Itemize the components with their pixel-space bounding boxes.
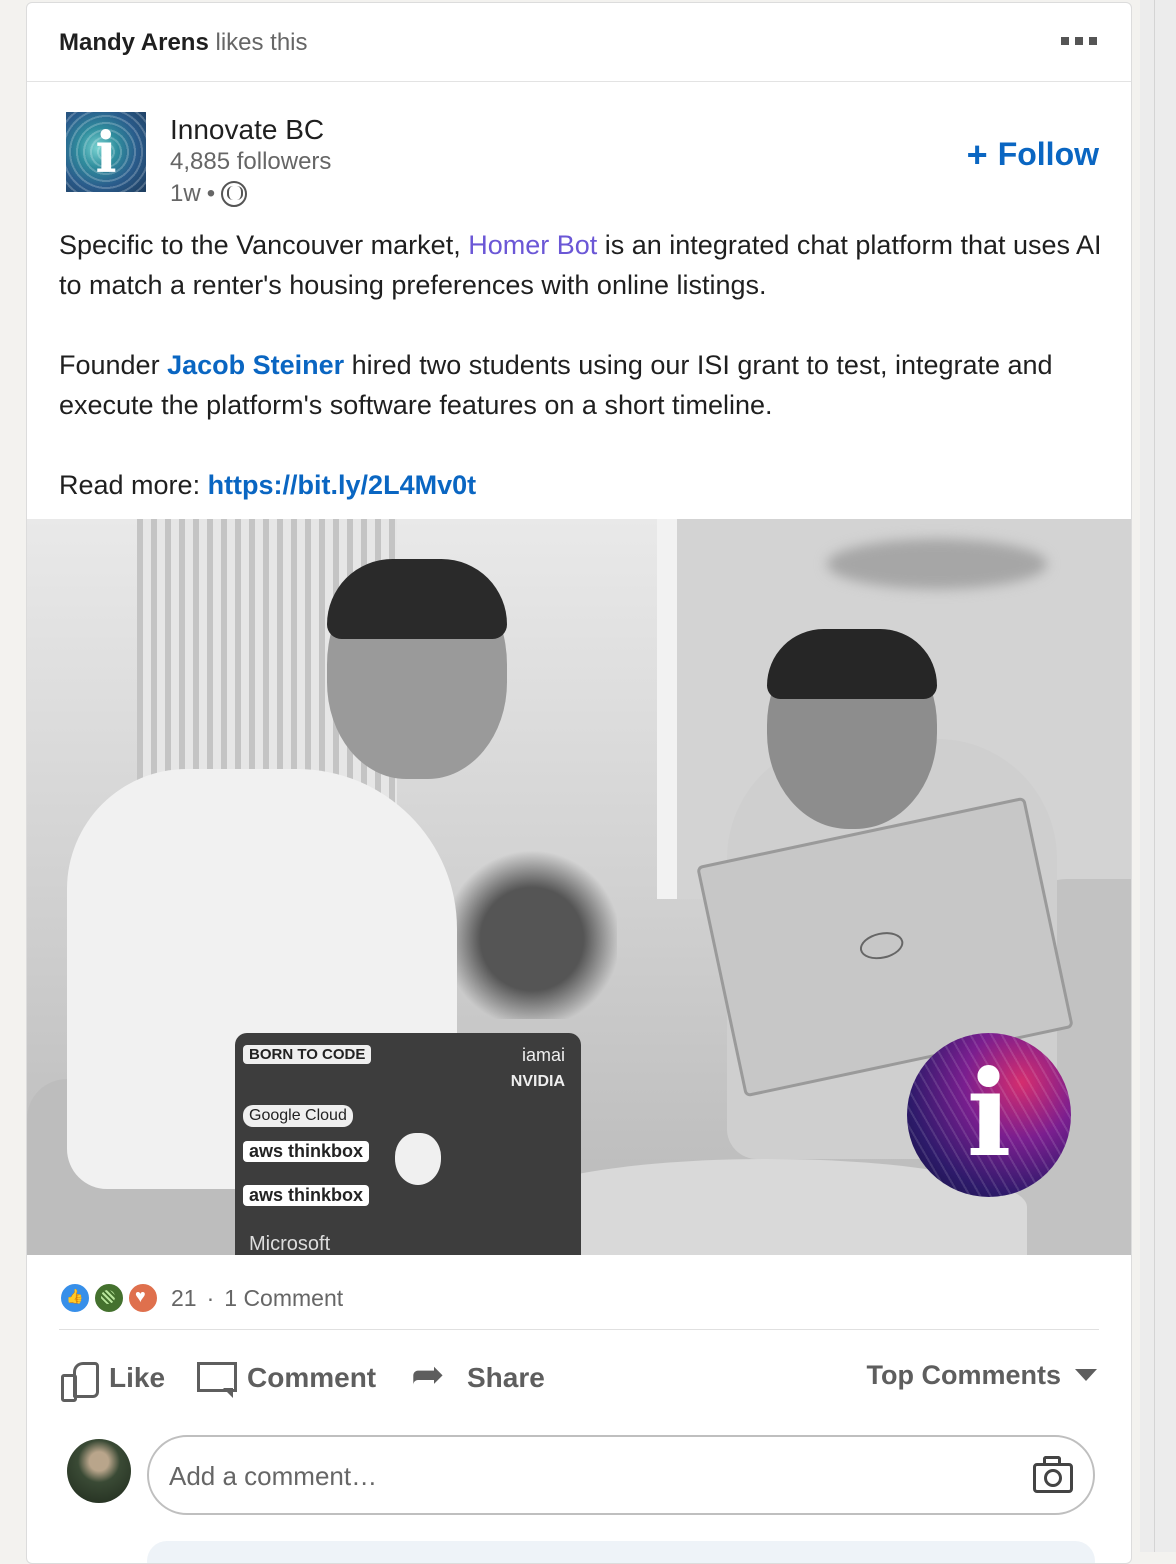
company-logo[interactable]: i: [66, 112, 146, 192]
company-name[interactable]: Innovate BC: [170, 114, 324, 146]
post-actions: Like Comment Share Top Comments: [59, 1348, 1099, 1408]
post-actor: i Innovate BC 4,885 followers 1w • + Fol…: [27, 82, 1131, 212]
plant: [447, 819, 617, 1019]
homer-bot-link[interactable]: Homer Bot: [468, 230, 597, 260]
post-meta: 1w •: [170, 180, 248, 208]
google-cloud-sticker: Google Cloud: [243, 1105, 353, 1127]
share-label: Share: [467, 1362, 545, 1393]
social-counts[interactable]: 21 · 1 Comment: [59, 1281, 343, 1315]
post-paragraph-1: Specific to the Vancouver market, Homer …: [59, 230, 1102, 300]
camera-icon[interactable]: [1033, 1457, 1073, 1493]
microsoft-sticker: Microsoft: [249, 1233, 331, 1255]
comment-button[interactable]: Comment: [197, 1348, 376, 1408]
born-to-code-sticker: BORN TO CODE: [243, 1045, 372, 1064]
read-more-link[interactable]: https://bit.ly/2L4Mv0t: [208, 470, 477, 500]
plus-icon: +: [966, 133, 988, 175]
comment-count[interactable]: 1 Comment: [224, 1285, 343, 1312]
post-paragraph-2: Founder Jacob Steiner hired two students…: [59, 350, 1053, 420]
follower-count: 4,885 followers: [170, 148, 332, 175]
post-image[interactable]: BORN TO CODE Google Cloud iamai NVIDIA a…: [27, 519, 1131, 1255]
actions-divider: [59, 1329, 1099, 1330]
counts-separator: ·: [206, 1284, 215, 1311]
social-action-label: likes this: [215, 29, 308, 56]
student-right-hair: [767, 629, 937, 699]
dell-logo: [857, 928, 906, 963]
post-body: Specific to the Vancouver market, Homer …: [59, 225, 1109, 505]
celebrate-reaction-icon: [93, 1282, 125, 1314]
share-button[interactable]: Share: [411, 1348, 545, 1408]
next-comment-preview: [147, 1541, 1095, 1563]
post-time: 1w: [170, 180, 201, 207]
student-left-hair: [327, 559, 507, 639]
caret-down-icon: [1075, 1369, 1097, 1381]
sort-label: Top Comments: [866, 1359, 1062, 1390]
social-header: Mandy Arens likes this: [27, 3, 1131, 82]
comment-box[interactable]: [147, 1435, 1095, 1515]
gutter-divider: [1154, 0, 1155, 1552]
jacob-steiner-mention[interactable]: Jacob Steiner: [167, 350, 344, 380]
wall-art-cloud: [827, 539, 1047, 589]
follow-button[interactable]: + Follow: [967, 136, 1099, 173]
nvidia-sticker: NVIDIA: [510, 1073, 565, 1090]
aws-thinkbox-sticker-2: aws thinkbox: [243, 1185, 370, 1206]
comment-input[interactable]: [167, 1437, 1001, 1515]
macbook-laptop: BORN TO CODE Google Cloud iamai NVIDIA a…: [235, 1033, 581, 1255]
innovate-bc-badge: i: [907, 1033, 1071, 1197]
iamai-sticker: iamai: [521, 1045, 565, 1065]
reaction-count[interactable]: 21: [171, 1285, 197, 1312]
social-action-text: Mandy Arens likes this: [59, 29, 308, 57]
more-icon[interactable]: [1061, 37, 1097, 45]
like-icon: [59, 1358, 99, 1402]
like-label: Like: [109, 1362, 166, 1393]
feed-post-card: Mandy Arens likes this i Innovate BC 4,8…: [26, 2, 1132, 1564]
comment-icon: [197, 1360, 237, 1398]
love-reaction-icon: [127, 1282, 159, 1314]
comment-label: Comment: [247, 1362, 377, 1393]
like-reaction-icon: [59, 1282, 91, 1314]
page-scroll-gutter: [1140, 0, 1176, 1552]
aws-thinkbox-sticker: aws thinkbox: [243, 1141, 370, 1162]
share-icon: [411, 1352, 457, 1398]
social-actor-name[interactable]: Mandy Arens: [59, 29, 209, 56]
follow-label: Follow: [997, 136, 1099, 172]
like-button[interactable]: Like: [59, 1348, 165, 1408]
meta-separator: •: [206, 180, 216, 207]
post-paragraph-3: Read more: https://bit.ly/2L4Mv0t: [59, 470, 477, 500]
sort-comments-dropdown[interactable]: Top Comments: [866, 1348, 1097, 1402]
globe-icon: [221, 181, 248, 207]
apple-logo-icon: [395, 1133, 441, 1185]
avatar[interactable]: [67, 1439, 131, 1503]
